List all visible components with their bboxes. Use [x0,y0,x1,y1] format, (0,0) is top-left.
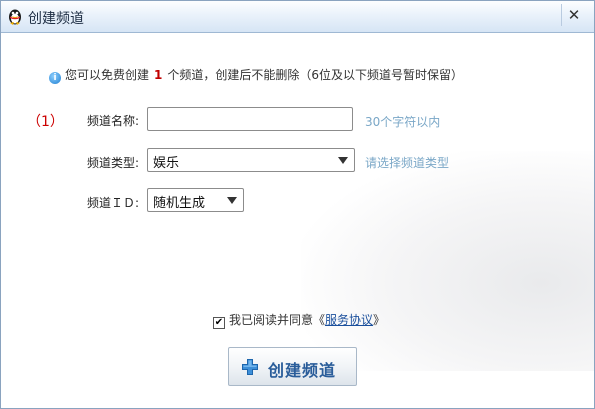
channel-id-label: 频道ＩＤ: [87,196,140,210]
channel-name-input[interactable] [147,107,353,131]
create-channel-dialog: 创建频道 ✕ i 您可以免费创建 1 个频道，创建后不能删除（6位及以下频道号暂时保留… [0,0,595,409]
service-agreement-link[interactable]: 服务协议 [325,313,373,327]
notice-prefix: 您可以免费创建 [65,68,150,82]
dropdown-arrow-icon[interactable] [227,197,237,204]
window-title: 创建频道 [28,11,84,27]
dropdown-arrow-icon[interactable] [338,157,348,164]
channel-id-value: 随机生成 [153,196,206,211]
channel-name-label: 频道名称: [87,114,140,128]
channel-id-select[interactable]: 随机生成 [147,188,244,212]
channel-type-label: 频道类型: [87,156,140,170]
info-icon: i [49,72,61,84]
agreement-text-end: 》 [373,313,386,327]
agreement-text: 我已阅读并同意《 [229,313,326,327]
background-watermark [301,151,594,371]
title-bar[interactable]: 创建频道 ✕ [1,1,594,33]
close-button[interactable]: ✕ [561,4,586,26]
step-marker: （1） [27,114,64,130]
notice-count: 1 [154,68,163,82]
plus-icon [242,359,258,375]
qq-penguin-icon [9,9,21,25]
agreement-checkbox[interactable]: ✔ [213,317,225,329]
notice-suffix: 个频道，创建后不能删除（6位及以下频道号暂时保留） [167,68,464,82]
close-icon[interactable]: ✕ [568,6,581,24]
free-quota-notice: i 您可以免费创建 1 个频道，创建后不能删除（6位及以下频道号暂时保留） [49,66,463,84]
channel-name-hint: 30个字符以内 [365,115,441,129]
channel-type-select[interactable]: 娱乐 [147,148,355,172]
create-channel-button-label: 创建频道 [268,361,337,380]
agreement-row: ✔ 我已阅读并同意《服务协议》 [213,311,385,329]
create-channel-button[interactable]: 创建频道 [228,347,357,386]
channel-type-value: 娱乐 [153,156,180,171]
channel-type-hint: 请选择频道类型 [365,156,450,170]
